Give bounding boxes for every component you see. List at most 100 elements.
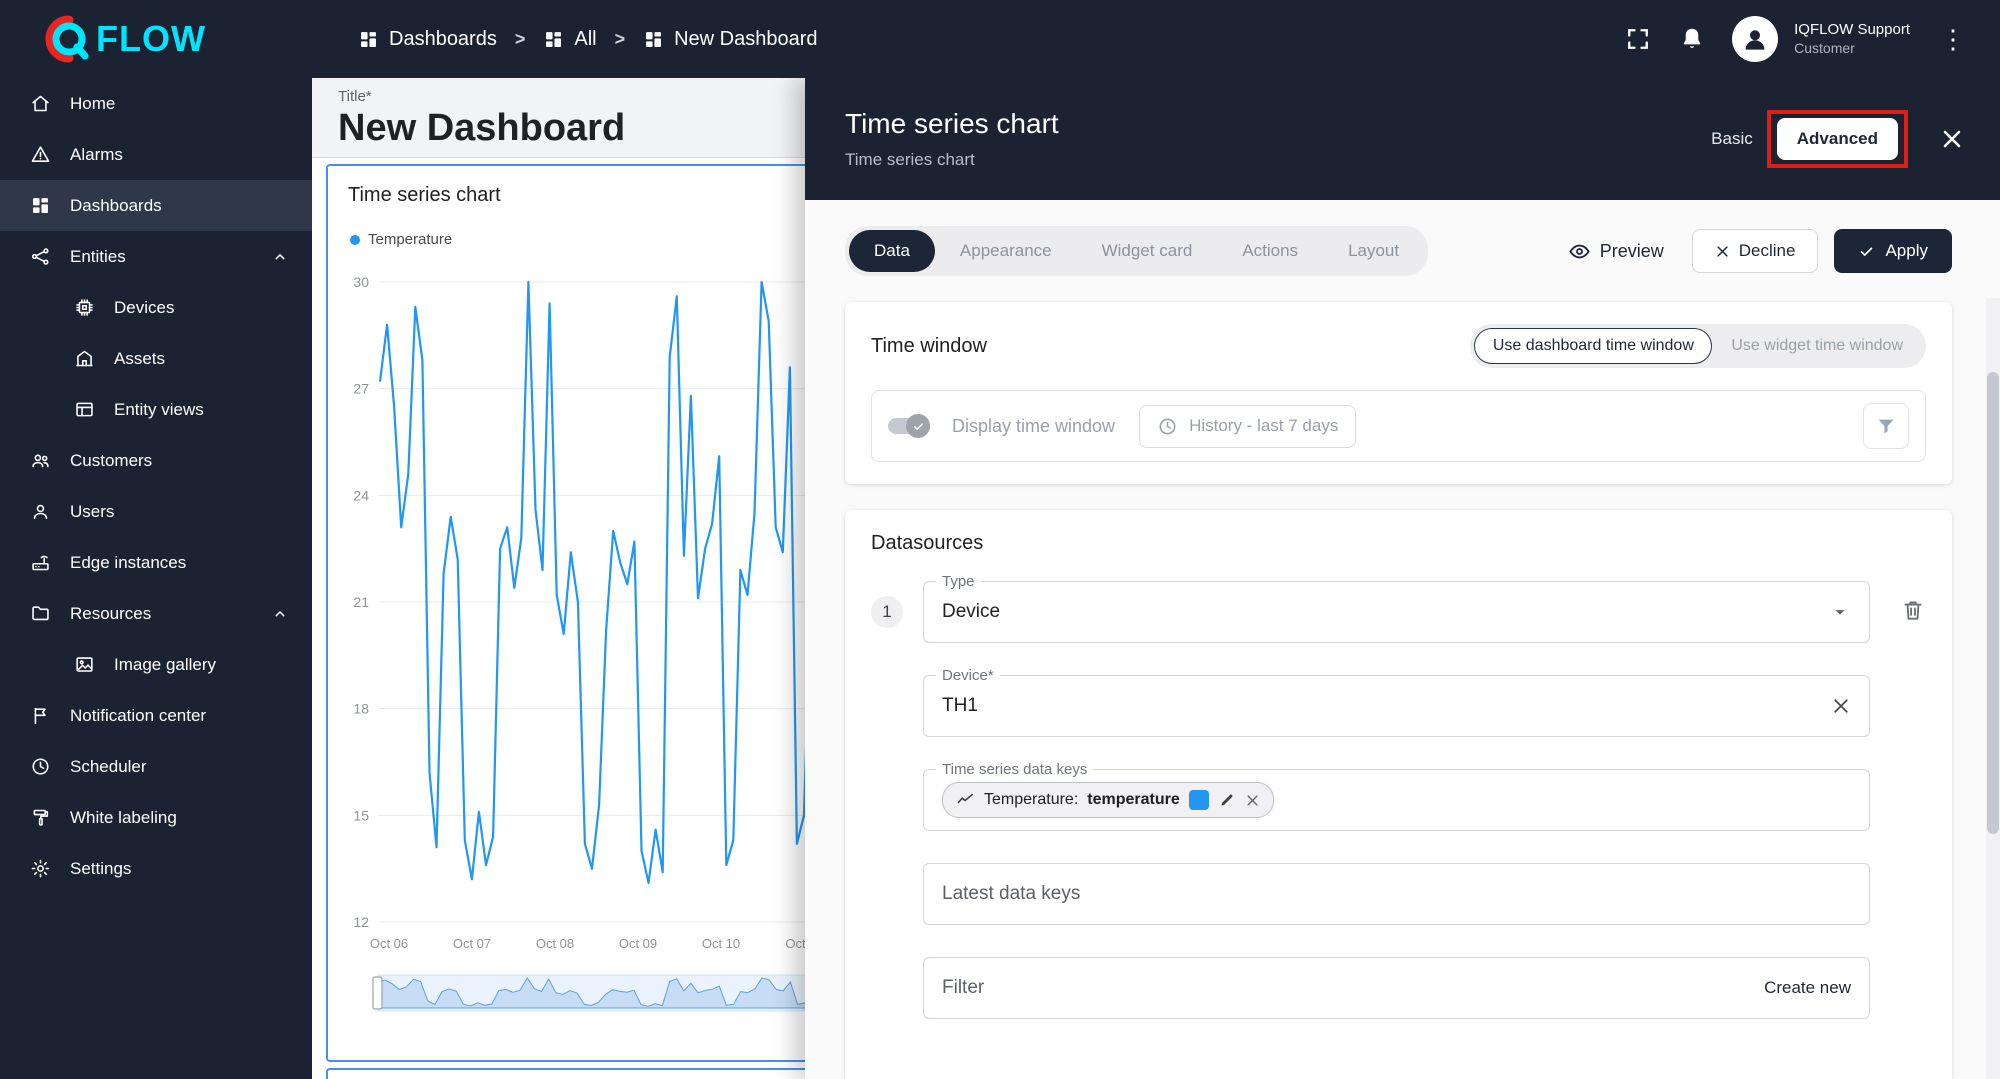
sidebar-item-users[interactable]: Users [0, 486, 312, 537]
chip-key-value: temperature [1087, 791, 1179, 809]
basic-mode-button[interactable]: Basic [1711, 129, 1753, 149]
tab-actions[interactable]: Actions [1217, 230, 1323, 272]
sidebar-item-label: Notification center [70, 706, 206, 726]
data-key-chip[interactable]: Temperature: temperature [942, 782, 1274, 818]
sidebar-item-notification-center[interactable]: Notification center [0, 690, 312, 741]
sidebar-item-white-labeling[interactable]: White labeling [0, 792, 312, 843]
svg-text:15: 15 [353, 807, 369, 823]
entities-icon [30, 246, 51, 267]
svg-text:18: 18 [353, 701, 369, 717]
decline-button[interactable]: Decline [1692, 229, 1819, 273]
history-range-button[interactable]: History - last 7 days [1139, 405, 1356, 448]
create-new-filter-button[interactable]: Create new [1764, 978, 1851, 998]
image-gallery-icon [74, 654, 95, 675]
filter-icon [1875, 415, 1897, 437]
sidebar-item-customers[interactable]: Customers [0, 435, 312, 486]
sidebar-item-scheduler[interactable]: Scheduler [0, 741, 312, 792]
panel-subtitle: Time series chart [845, 150, 1059, 170]
fullscreen-icon[interactable] [1624, 25, 1652, 53]
history-range-label: History - last 7 days [1189, 416, 1338, 436]
clock-icon [1157, 416, 1178, 437]
chevron-up-icon [270, 604, 290, 624]
user-role: Customer [1794, 40, 1910, 58]
svg-text:30: 30 [353, 274, 369, 290]
sidebar-item-label: Entity views [114, 400, 204, 420]
sidebar-item-label: Customers [70, 451, 152, 471]
edit-key-icon[interactable] [1218, 791, 1236, 809]
resources-icon [30, 603, 51, 624]
svg-text:21: 21 [353, 594, 369, 610]
svg-text:Oct 08: Oct 08 [536, 936, 574, 951]
notifications-bell-icon[interactable] [1678, 25, 1706, 53]
app-logo[interactable]: FLOW [38, 11, 206, 67]
svg-text:Oct 10: Oct 10 [702, 936, 740, 951]
latest-data-keys-field[interactable]: Latest data keys [923, 863, 1870, 925]
remove-key-icon[interactable] [1245, 793, 1260, 808]
tab-widget-card[interactable]: Widget card [1077, 230, 1218, 272]
breadcrumb: Dashboards>All>New Dashboard [358, 28, 818, 51]
sidebar-item-dashboards[interactable]: Dashboards [0, 180, 312, 231]
breadcrumb-item-all[interactable]: All [543, 28, 596, 51]
time-window-mode-toggle: Use dashboard time window Use widget tim… [1470, 324, 1926, 368]
sidebar-item-assets[interactable]: Assets [0, 333, 312, 384]
clear-device-icon[interactable] [1831, 696, 1851, 716]
sidebar-item-label: Scheduler [70, 757, 147, 777]
x-icon [1715, 244, 1730, 259]
grid-icon [643, 29, 664, 50]
datasources-heading: Datasources [871, 532, 1926, 555]
advanced-mode-button[interactable]: Advanced [1777, 118, 1898, 160]
legend-label: Temperature [368, 231, 452, 248]
eye-icon [1568, 240, 1591, 263]
device-field[interactable]: Device* TH1 [923, 675, 1870, 737]
sidebar-item-entity-views[interactable]: Entity views [0, 384, 312, 435]
sidebar-item-image-gallery[interactable]: Image gallery [0, 639, 312, 690]
tab-appearance[interactable]: Appearance [935, 230, 1077, 272]
sidebar-item-edge-instances[interactable]: Edge instances [0, 537, 312, 588]
alarms-icon [30, 144, 51, 165]
key-color-swatch[interactable] [1189, 790, 1209, 810]
sidebar-item-resources[interactable]: Resources [0, 588, 312, 639]
svg-text:24: 24 [353, 487, 369, 503]
preview-button[interactable]: Preview [1568, 240, 1664, 263]
datasources-section: Datasources 1 Type Device Device* TH1 [845, 510, 1952, 1079]
delete-datasource-icon[interactable] [1900, 597, 1926, 623]
topbar-right: IQFLOW Support Customer ⋮ [1624, 16, 1970, 62]
filter-placeholder: Filter [942, 977, 984, 999]
sidebar-item-settings[interactable]: Settings [0, 843, 312, 894]
use-dashboard-time-window-button[interactable]: Use dashboard time window [1474, 328, 1712, 364]
timewindow-filter-button[interactable] [1863, 403, 1909, 449]
sidebar-item-alarms[interactable]: Alarms [0, 129, 312, 180]
panel-body: DataAppearanceWidget cardActionsLayout P… [805, 200, 2000, 1079]
time-window-heading: Time window [871, 335, 987, 358]
device-label: Device* [936, 667, 1000, 684]
type-value: Device [942, 601, 1000, 623]
datasource-type-select[interactable]: Type Device [923, 581, 1870, 643]
tab-data[interactable]: Data [849, 230, 935, 272]
chevron-down-icon[interactable] [1829, 601, 1851, 623]
svg-text:Oct 09: Oct 09 [619, 936, 657, 951]
device-value: TH1 [942, 695, 978, 717]
svg-text:Oct 06: Oct 06 [370, 936, 408, 951]
breadcrumb-item-dashboards[interactable]: Dashboards [358, 28, 497, 51]
breadcrumb-item-new-dashboard[interactable]: New Dashboard [643, 28, 817, 51]
avatar[interactable] [1732, 16, 1778, 62]
filter-field[interactable]: Filter Create new [923, 957, 1870, 1019]
sidebar-item-devices[interactable]: Devices [0, 282, 312, 333]
apply-button[interactable]: Apply [1834, 229, 1952, 273]
tab-layout[interactable]: Layout [1323, 230, 1424, 272]
legend-color-dot [350, 235, 360, 245]
svg-text:27: 27 [353, 381, 369, 397]
sidebar-item-entities[interactable]: Entities [0, 231, 312, 282]
time-series-data-keys-field[interactable]: Time series data keys Temperature: tempe… [923, 769, 1870, 831]
kebab-menu-icon[interactable]: ⋮ [1936, 24, 1970, 55]
use-widget-time-window-button[interactable]: Use widget time window [1712, 328, 1922, 364]
close-icon[interactable] [1938, 125, 1966, 153]
type-label: Type [936, 573, 981, 590]
panel-scrollbar[interactable] [1986, 298, 2000, 1079]
sidebar-item-home[interactable]: Home [0, 78, 312, 129]
scrollbar-thumb[interactable] [1987, 372, 1999, 834]
check-icon [1858, 243, 1875, 260]
display-time-window-toggle[interactable] [888, 418, 928, 434]
datasource-row-number: 1 [871, 596, 903, 628]
panel-header: Time series chart Time series chart Basi… [805, 78, 2000, 200]
